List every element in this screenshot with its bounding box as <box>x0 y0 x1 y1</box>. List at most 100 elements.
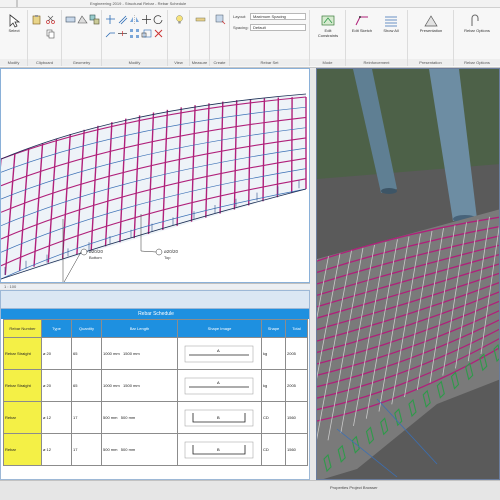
join-button[interactable] <box>88 13 100 25</box>
schedule-table: Rebar Number Type Quantity Bar Length Sh… <box>3 319 308 466</box>
ribbon-panel-modify: Select Modify <box>0 10 28 66</box>
measure-button[interactable] <box>194 13 206 25</box>
array-button[interactable] <box>128 27 140 39</box>
paste-button[interactable] <box>30 13 42 25</box>
spacing-field[interactable]: Default <box>250 24 306 31</box>
view-control-bar[interactable]: 1 : 100 <box>0 283 310 289</box>
rebar-tag-1[interactable]: ø20/20 <box>89 249 104 254</box>
rotate-button[interactable] <box>152 13 164 25</box>
cell-unit[interactable]: kg <box>261 369 286 402</box>
modify-button[interactable]: Select <box>1 12 27 42</box>
scissors-icon <box>45 15 55 24</box>
cell-qty[interactable]: 17 <box>71 433 102 466</box>
rotate-icon <box>153 14 162 24</box>
layout-select[interactable]: Maximum Spacing <box>250 13 306 20</box>
cell-name[interactable]: Rebar Straight <box>3 369 42 402</box>
panel-label-view: View <box>168 59 189 66</box>
table-row[interactable]: Rebar ø 12 17 500 mm 500 mm B CD 1560 <box>3 433 308 466</box>
hide-button[interactable] <box>173 13 185 25</box>
edit-sketch-button[interactable]: Edit Sketch <box>349 12 375 42</box>
presentation-button[interactable]: Presentation <box>418 12 444 42</box>
spacing-label: Spacing: <box>233 25 249 30</box>
cell-length[interactable]: 1000 mm 1500 mm <box>101 337 178 370</box>
create-similar-button[interactable] <box>214 13 226 25</box>
cell-qty[interactable]: 17 <box>71 401 102 434</box>
panel-label-modify: Modify <box>0 59 27 66</box>
ribbon-panel-measure: Measure <box>190 10 210 66</box>
create-similar-icon <box>215 14 225 24</box>
cope-button[interactable] <box>64 13 76 25</box>
align-button[interactable] <box>104 13 116 25</box>
cell-length[interactable]: 500 mm 500 mm <box>101 433 178 466</box>
panel-label-modify-tools: Modify <box>102 59 167 66</box>
column-header[interactable]: Shape <box>261 319 286 338</box>
column-header[interactable]: Bar Length <box>101 319 178 338</box>
panel-label-create: Create <box>210 59 229 66</box>
cell-qty[interactable]: 65 <box>71 337 102 370</box>
edit-constraints-button[interactable]: Edit Constraints <box>315 12 341 42</box>
scale-button[interactable] <box>140 27 152 39</box>
delete-button[interactable] <box>152 27 164 39</box>
rebar-tag-marker[interactable] <box>155 248 163 256</box>
shape-u-bar-icon: B <box>184 441 254 458</box>
cell-type[interactable]: ø 20 <box>41 369 72 402</box>
cell-total[interactable]: 2005 <box>285 337 308 370</box>
cell-type[interactable]: ø 12 <box>41 401 72 434</box>
offset-button[interactable] <box>116 13 128 25</box>
column-header[interactable]: Total <box>285 319 308 338</box>
move-button[interactable] <box>140 13 152 25</box>
cell-type[interactable]: ø 12 <box>41 433 72 466</box>
cell-length[interactable]: 1000 mm 1500 mm <box>101 369 178 402</box>
copy-button[interactable] <box>44 27 56 39</box>
column-header[interactable]: Shape Image <box>177 319 262 338</box>
cut-button[interactable] <box>44 13 56 25</box>
ribbon-panel-geometry: Geometry <box>62 10 102 66</box>
align-icon <box>105 14 115 24</box>
panel-label-geometry: Geometry <box>62 59 101 66</box>
cell-total[interactable]: 1560 <box>285 401 308 434</box>
cell-total[interactable]: 2005 <box>285 369 308 402</box>
trim-button[interactable] <box>104 27 116 39</box>
hook-icon <box>471 14 479 26</box>
table-row[interactable]: Rebar Straight ø 20 65 1000 mm 1500 mm A… <box>3 369 308 402</box>
cell-name[interactable]: Rebar <box>3 401 42 434</box>
3d-view-right[interactable] <box>316 68 500 480</box>
table-row[interactable]: Rebar ø 12 17 500 mm 500 mm B CD 1560 <box>3 401 308 434</box>
cut-geometry-button[interactable] <box>76 13 88 25</box>
rebar-model-view[interactable]: ø20/20 Bottom ø20/20 Top <box>1 69 310 283</box>
ribbon-panel-view: View <box>168 10 190 66</box>
panel-label-mode: Mode <box>310 59 345 66</box>
status-text: Properties Project Browser <box>330 485 378 490</box>
rebar-options-button[interactable]: Rebar Options <box>464 12 490 42</box>
trim-icon <box>105 32 115 37</box>
schedule-title: Rebar Schedule <box>1 309 309 319</box>
cell-qty[interactable]: 65 <box>71 369 102 402</box>
table-row[interactable]: Rebar Straight ø 20 65 1000 mm 1500 mm A… <box>3 337 308 370</box>
window-title: Engineering 2019 - Structural Rebar - Re… <box>90 1 187 6</box>
lightbulb-icon <box>175 14 183 23</box>
cell-total[interactable]: 1560 <box>285 433 308 466</box>
cell-unit[interactable]: CD <box>261 433 286 466</box>
cell-name[interactable]: Rebar Straight <box>3 337 42 370</box>
3d-view-left[interactable]: ø20/20 Bottom ø20/20 Top <box>0 68 310 283</box>
cell-type[interactable]: ø 20 <box>41 337 72 370</box>
ribbon-tab[interactable] <box>16 0 18 7</box>
cell-length[interactable]: 500 mm 500 mm <box>101 401 178 434</box>
cell-unit[interactable]: CD <box>261 401 286 434</box>
mirror-button[interactable] <box>128 13 140 25</box>
cell-shape-image: B <box>177 433 262 466</box>
cell-name[interactable]: Rebar <box>3 433 42 466</box>
delete-icon <box>154 29 162 37</box>
column-header[interactable]: Type <box>41 319 72 338</box>
rebar-tag-2[interactable]: ø20/20 <box>164 249 179 254</box>
cell-unit[interactable]: kg <box>261 337 286 370</box>
column-header[interactable]: Quantity <box>71 319 102 338</box>
ribbon-panel-rebar-set: Layout: Maximum Spacing Spacing: Default… <box>230 10 310 66</box>
rebar-tag-marker[interactable] <box>80 248 88 256</box>
column-header[interactable]: Rebar Number <box>3 319 42 338</box>
ribbon-panel-presentation: Presentation Presentation <box>408 10 454 66</box>
split-button[interactable] <box>116 27 128 39</box>
show-all-button[interactable]: Show All <box>378 12 404 42</box>
rebar-schedule-view[interactable]: Rebar Schedule Rebar Number Type Quantit… <box>0 290 310 480</box>
rendered-model-view[interactable] <box>317 69 500 480</box>
